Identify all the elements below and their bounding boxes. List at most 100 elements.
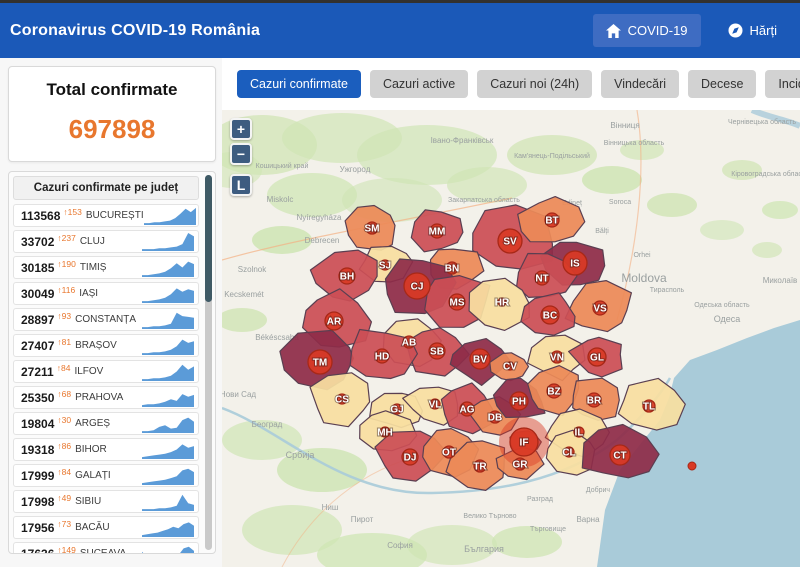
county-sparkline <box>142 388 194 407</box>
county-row-galați[interactable]: 17999↑84GALAȚI <box>13 464 199 487</box>
county-sparkline <box>142 518 194 537</box>
county-code-label-VN: VN <box>550 353 564 364</box>
county-code-label-AG: AG <box>460 405 475 416</box>
map-place-label: Debrecen <box>305 236 340 245</box>
offshore-marker[interactable] <box>688 462 696 470</box>
map-place-label: България <box>464 544 504 554</box>
county-sparkline <box>142 492 194 511</box>
county-row-argeș[interactable]: 19804↑30ARGEȘ <box>13 412 199 435</box>
county-code-label-GL: GL <box>590 353 604 364</box>
county-delta: ↑153 <box>63 207 81 217</box>
map-place-label: Одеса <box>714 314 741 324</box>
nav-harti-button[interactable]: Hărți <box>715 14 790 47</box>
home-icon <box>606 24 621 38</box>
county-row-iași[interactable]: 30049↑116IAȘI <box>13 282 199 305</box>
forest-patch <box>752 242 782 258</box>
county-code-label-VL: VL <box>429 400 442 411</box>
county-code-label-OT: OT <box>442 448 456 459</box>
county-row-bacău[interactable]: 17956↑73BACĂU <box>13 516 199 539</box>
tab-0[interactable]: Cazuri confirmate <box>237 70 361 98</box>
map-place-label: Ужгород <box>340 165 371 174</box>
scrollbar-thumb[interactable] <box>205 175 212 302</box>
county-code-label-NT: NT <box>535 274 548 285</box>
county-sparkline <box>142 466 194 485</box>
county-cases: 17998 <box>21 495 54 509</box>
county-code-label-SV: SV <box>503 237 517 248</box>
county-sparkline <box>142 232 194 251</box>
map-place-label: Варна <box>576 515 600 524</box>
compass-icon <box>728 23 743 38</box>
county-code-label-IS: IS <box>570 259 580 270</box>
county-row-ilfov[interactable]: 27211↑84ILFOV <box>13 360 199 383</box>
county-delta: ↑93 <box>57 311 71 321</box>
total-confirmed-title: Total confirmate <box>17 80 207 100</box>
nav-covid19-button[interactable]: COVID-19 <box>593 14 701 47</box>
county-name: BUCUREȘTI <box>86 210 144 221</box>
county-row-suceava[interactable]: 17636↑149SUCEAVA <box>13 542 199 554</box>
zoom-in-button[interactable]: + <box>230 118 252 140</box>
county-code-label-AB: AB <box>402 338 416 349</box>
county-delta: ↑30 <box>57 415 71 425</box>
county-delta: ↑237 <box>57 233 75 243</box>
map-place-label: Миколаїв <box>763 276 798 285</box>
county-code-label-MH: MH <box>377 428 393 439</box>
map-place-label: Пирот <box>351 515 374 524</box>
county-sparkline <box>142 258 194 277</box>
county-row-bucurești[interactable]: 113568↑153BUCUREȘTI <box>13 204 199 227</box>
county-name: SIBIU <box>75 496 101 507</box>
tab-4[interactable]: Decese <box>688 70 756 98</box>
zoom-out-button[interactable]: − <box>230 143 252 165</box>
county-row-bihor[interactable]: 19318↑86BIHOR <box>13 438 199 461</box>
county-list: Cazuri confirmate pe județ 113568↑153BUC… <box>8 171 216 554</box>
app-title: Coronavirus COVID-19 România <box>10 22 260 40</box>
county-code-label-MM: MM <box>429 227 446 238</box>
tab-2[interactable]: Cazuri noi (24h) <box>477 70 592 98</box>
county-name: ARGEȘ <box>75 418 110 429</box>
county-row-constanța[interactable]: 28897↑93CONSTANȚA <box>13 308 199 331</box>
map-place-label: Nyíregyháza <box>297 213 342 222</box>
county-row-sibiu[interactable]: 17998↑49SIBIU <box>13 490 199 513</box>
county-name: CLUJ <box>80 236 105 247</box>
county-sparkline <box>142 440 194 459</box>
map-place-label: Вінницька область <box>604 139 665 147</box>
county-code-label-TM: TM <box>313 358 327 369</box>
county-row-prahova[interactable]: 25350↑68PRAHOVA <box>13 386 199 409</box>
county-cases: 33702 <box>21 235 54 249</box>
layers-button[interactable]: L <box>230 174 252 196</box>
county-delta: ↑84 <box>57 467 71 477</box>
total-confirmed-card: Total confirmate 697898 <box>8 66 216 162</box>
county-code-label-CL: CL <box>562 448 575 459</box>
map-place-label: Orhei <box>633 252 651 259</box>
map-place-label: Кам'янець-Подільський <box>514 152 590 160</box>
county-code-label-HD: HD <box>375 352 389 363</box>
county-code-label-CT: CT <box>613 451 626 462</box>
map-place-label: Soroca <box>609 199 631 206</box>
nav-covid19-label: COVID-19 <box>628 23 688 38</box>
county-row-brașov[interactable]: 27407↑81BRAȘOV <box>13 334 199 357</box>
county-cases: 30049 <box>21 287 54 301</box>
map-place-label: Србија <box>286 450 315 460</box>
tab-5[interactable]: Incidenta COVID-19 <box>765 70 800 98</box>
county-delta: ↑81 <box>57 337 71 347</box>
total-confirmed-value: 697898 <box>17 114 207 145</box>
county-cases: 30185 <box>21 261 54 275</box>
county-row-timiș[interactable]: 30185↑190TIMIȘ <box>13 256 199 279</box>
county-code-label-BV: BV <box>473 355 487 366</box>
map-place-label: Чернівецька область <box>728 118 796 126</box>
tab-3[interactable]: Vindecări <box>601 70 679 98</box>
county-code-label-BH: BH <box>340 272 354 283</box>
county-code-label-BT: BT <box>545 216 558 227</box>
county-code-label-SB: SB <box>430 347 444 358</box>
county-code-label-CJ: CJ <box>411 282 424 293</box>
county-cases: 27211 <box>21 365 54 379</box>
county-name: ILFOV <box>74 366 103 377</box>
county-row-cluj[interactable]: 33702↑237 CLUJ <box>13 230 199 253</box>
county-name: BACĂU <box>75 522 109 533</box>
county-sparkline <box>142 414 194 433</box>
county-code-label-DJ: DJ <box>404 453 417 464</box>
map-place-label: Moldova <box>621 271 667 285</box>
tab-1[interactable]: Cazuri active <box>370 70 468 98</box>
map-canvas[interactable]: Кошицький крайУжгородЗакарпатська област… <box>222 110 800 567</box>
header-nav: COVID-19 Hărți <box>593 14 790 47</box>
map-place-label: Велико Търново <box>463 513 516 520</box>
